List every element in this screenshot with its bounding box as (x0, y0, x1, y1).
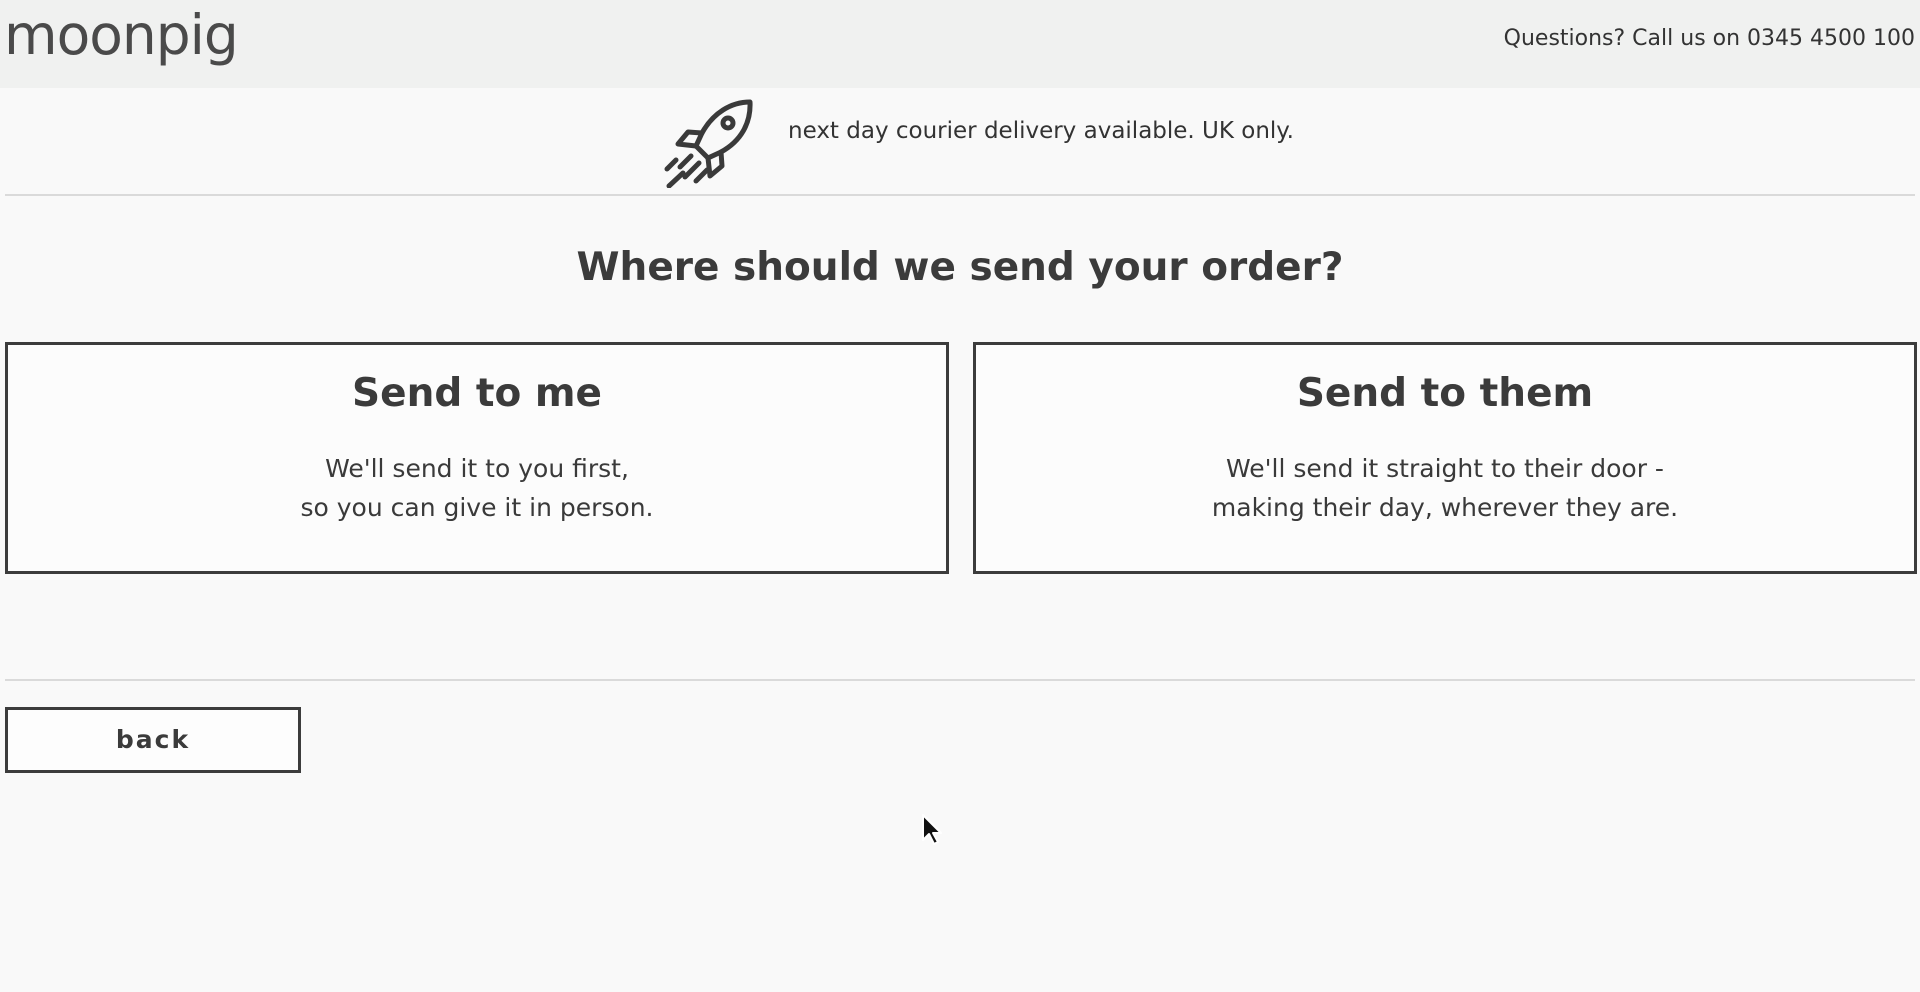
top-divider (5, 194, 1915, 196)
contact-phone-text: Questions? Call us on 0345 4500 100 (1503, 26, 1915, 51)
delivery-message: next day courier delivery available. UK … (788, 118, 1294, 144)
send-to-me-option[interactable]: Send to me We'll send it to you first, s… (5, 342, 949, 574)
page-title: Where should we send your order? (576, 245, 1344, 290)
send-to-them-title: Send to them (1296, 371, 1594, 416)
send-to-them-description-line-2: making their day, wherever they are. (1211, 493, 1679, 522)
send-to-me-description-line-2: so you can give it in person. (300, 493, 654, 522)
send-to-me-description-line-1: We'll send it to you first, (325, 454, 629, 483)
bottom-divider (5, 679, 1915, 681)
back-button[interactable]: back (5, 707, 301, 773)
moonpig-logo[interactable]: moonpig (4, 0, 239, 72)
send-to-them-description-line-1: We'll send it straight to their door - (1226, 454, 1664, 483)
site-header: moonpig Questions? Call us on 0345 4500 … (0, 0, 1920, 88)
delivery-banner: next day courier delivery available. UK … (0, 88, 1920, 194)
rocket-icon (664, 99, 753, 188)
send-to-me-title: Send to me (352, 371, 602, 416)
send-to-them-option[interactable]: Send to them We'll send it straight to t… (973, 342, 1917, 574)
mouse-pointer-icon (922, 814, 942, 845)
